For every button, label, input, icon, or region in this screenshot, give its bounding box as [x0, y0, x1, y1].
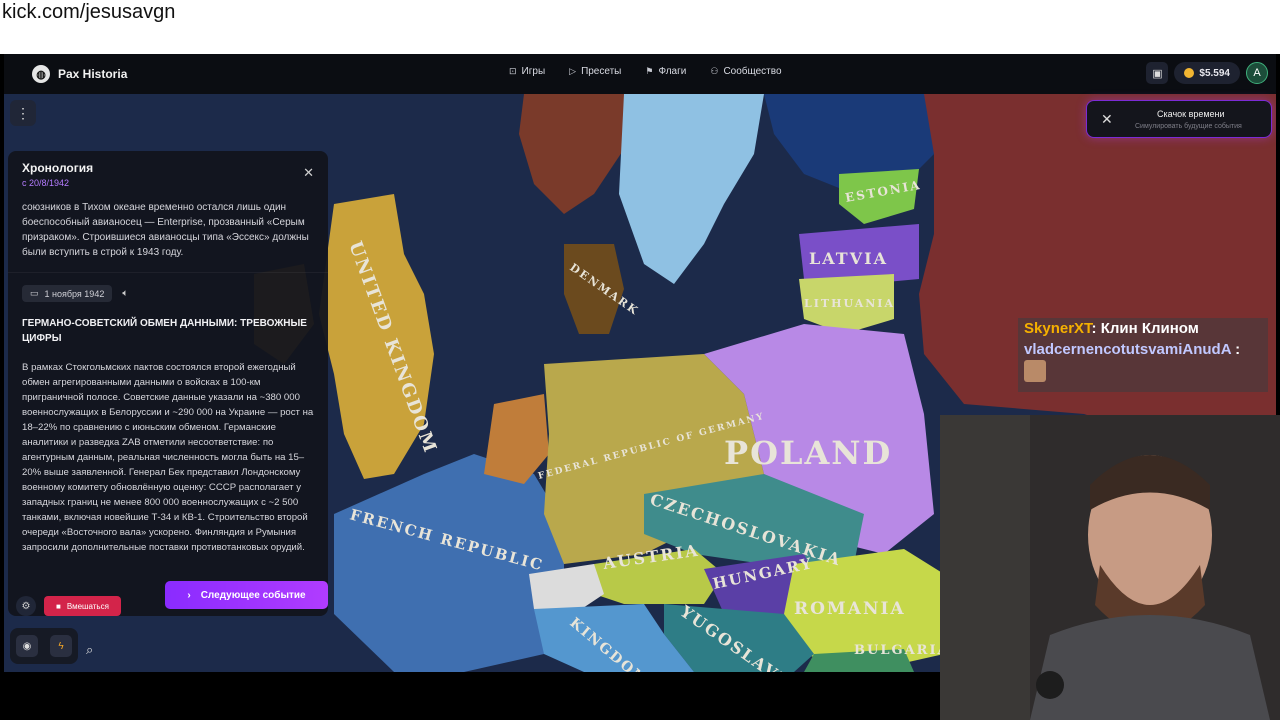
- event-header: ▭ 1 ноября 1942 🔈︎: [22, 285, 314, 302]
- event-title: ГЕРМАНО-СОВЕТСКИЙ ОБМЕН ДАННЫМИ: ТРЕВОЖН…: [22, 318, 307, 344]
- time-jump-title: Скачок времени: [1157, 109, 1225, 119]
- webcam-feed: [940, 415, 1280, 720]
- speaker-icon[interactable]: 🔈︎: [122, 288, 128, 299]
- close-icon[interactable]: ✕: [1101, 111, 1113, 128]
- divider: [8, 272, 328, 273]
- timeline-actions: ⚙ ■ Вмешаться: [16, 596, 121, 616]
- stop-icon: ■: [56, 601, 61, 611]
- intervene-button[interactable]: ■ Вмешаться: [44, 596, 121, 616]
- user-avatar[interactable]: A: [1246, 62, 1268, 84]
- nav-right: ▣ $5.594 A: [1146, 62, 1268, 84]
- nav-flags[interactable]: ⚑ Флаги: [645, 66, 686, 77]
- label-latvia: LATVIA: [809, 249, 888, 268]
- menu-button[interactable]: ⋮: [10, 100, 36, 126]
- event-date: 1 ноября 1942: [44, 288, 105, 299]
- next-event-label: Следующее событие: [200, 589, 306, 601]
- users-icon: ⚇: [710, 66, 719, 76]
- webcam-image: [940, 415, 1280, 720]
- chat-icon: ◉: [22, 640, 32, 652]
- globe-icon: ◍: [32, 65, 50, 83]
- nav-games[interactable]: ⊡ Игры: [509, 66, 545, 77]
- gift-button[interactable]: ▣: [1146, 62, 1169, 84]
- event-body: В рамках Стокгольмских пактов состоялся …: [22, 362, 314, 553]
- main-nav: ⊡ Игры ▷ Пресеты ⚑ Флаги ⚇ Сообщество: [509, 66, 782, 77]
- play-icon: ▷: [569, 66, 577, 76]
- calendar-icon: ▭: [30, 288, 39, 298]
- gear-icon: ⚙: [21, 600, 31, 612]
- balance-value: $5.594: [1199, 67, 1230, 79]
- bottom-toolbar: ◉ ϟ: [10, 628, 78, 664]
- lightning-button[interactable]: ϟ: [50, 635, 72, 657]
- timeline-title: Хронология: [22, 161, 94, 175]
- event-date-badge: ▭ 1 ноября 1942: [22, 285, 113, 302]
- balance-button[interactable]: $5.594: [1174, 62, 1240, 84]
- nav-games-label: Игры: [521, 66, 546, 77]
- chat-message: vladcernencotutsvamiAnudA :: [1018, 339, 1268, 360]
- stream-overlay-bar: kick.com/jesusavgn: [0, 0, 1280, 54]
- gift-icon: ▣: [1152, 67, 1163, 80]
- next-event-button[interactable]: › Следующее событие: [165, 581, 328, 609]
- top-navbar: ◍ Pax Historia ⊡ Игры ▷ Пресеты ⚑ Флаги …: [4, 54, 1276, 94]
- chat-emote: [1024, 360, 1046, 382]
- lightning-icon: ϟ: [58, 640, 64, 652]
- label-poland: POLAND: [724, 434, 892, 472]
- gamepad-icon: ⊡: [509, 66, 517, 76]
- nav-presets[interactable]: ▷ Пресеты: [569, 66, 621, 77]
- coin-icon: [1184, 68, 1195, 78]
- stream-chat: SkynerXT: Клин Клином vladcernencotutsva…: [1018, 318, 1268, 392]
- label-romania: ROMANIA: [794, 599, 906, 619]
- time-jump-panel[interactable]: ✕ Скачок времени Симулировать будущие со…: [1086, 100, 1272, 138]
- chat-username: SkynerXT: [1024, 320, 1092, 337]
- intervene-label: Вмешаться: [66, 601, 109, 611]
- settings-button[interactable]: ⚙: [16, 596, 36, 616]
- nav-flags-label: Флаги: [658, 66, 687, 77]
- chat-text: :: [1235, 341, 1241, 358]
- timeline-header: Хронология с 20/8/1942 ✕: [22, 161, 314, 188]
- chat-text: : Клин Клином: [1091, 320, 1199, 337]
- close-icon[interactable]: ✕: [303, 165, 314, 188]
- flag-icon: ⚑: [645, 66, 654, 76]
- stream-url: kick.com/jesusavgn: [2, 1, 176, 23]
- search-icon[interactable]: ⌕: [86, 642, 93, 658]
- nav-presets-label: Пресеты: [581, 66, 622, 77]
- timeline-date: с 20/8/1942: [22, 178, 70, 188]
- chat-message: SkynerXT: Клин Клином: [1018, 318, 1268, 339]
- label-lithuania: LITHUANIA: [804, 297, 895, 310]
- brand-name: Pax Historia: [58, 67, 128, 81]
- time-jump-subtitle: Симулировать будущие события: [1135, 123, 1242, 130]
- label-bulgaria: BULGARIA: [854, 643, 950, 658]
- nav-community[interactable]: ⚇ Сообщество: [710, 66, 781, 77]
- nav-community-label: Сообщество: [723, 66, 782, 77]
- chat-button[interactable]: ◉: [16, 635, 38, 657]
- brand-logo[interactable]: ◍ Pax Historia: [32, 65, 127, 83]
- previous-event-text: союзников в Тихом океане временно осталс…: [22, 202, 309, 258]
- timeline-panel: Хронология с 20/8/1942 ✕ союзников в Тих…: [8, 151, 328, 616]
- chat-username: vladcernencotutsvamiAnudA: [1024, 341, 1231, 358]
- more-vertical-icon: ⋮: [16, 104, 30, 121]
- chevron-right-icon: ›: [187, 589, 191, 601]
